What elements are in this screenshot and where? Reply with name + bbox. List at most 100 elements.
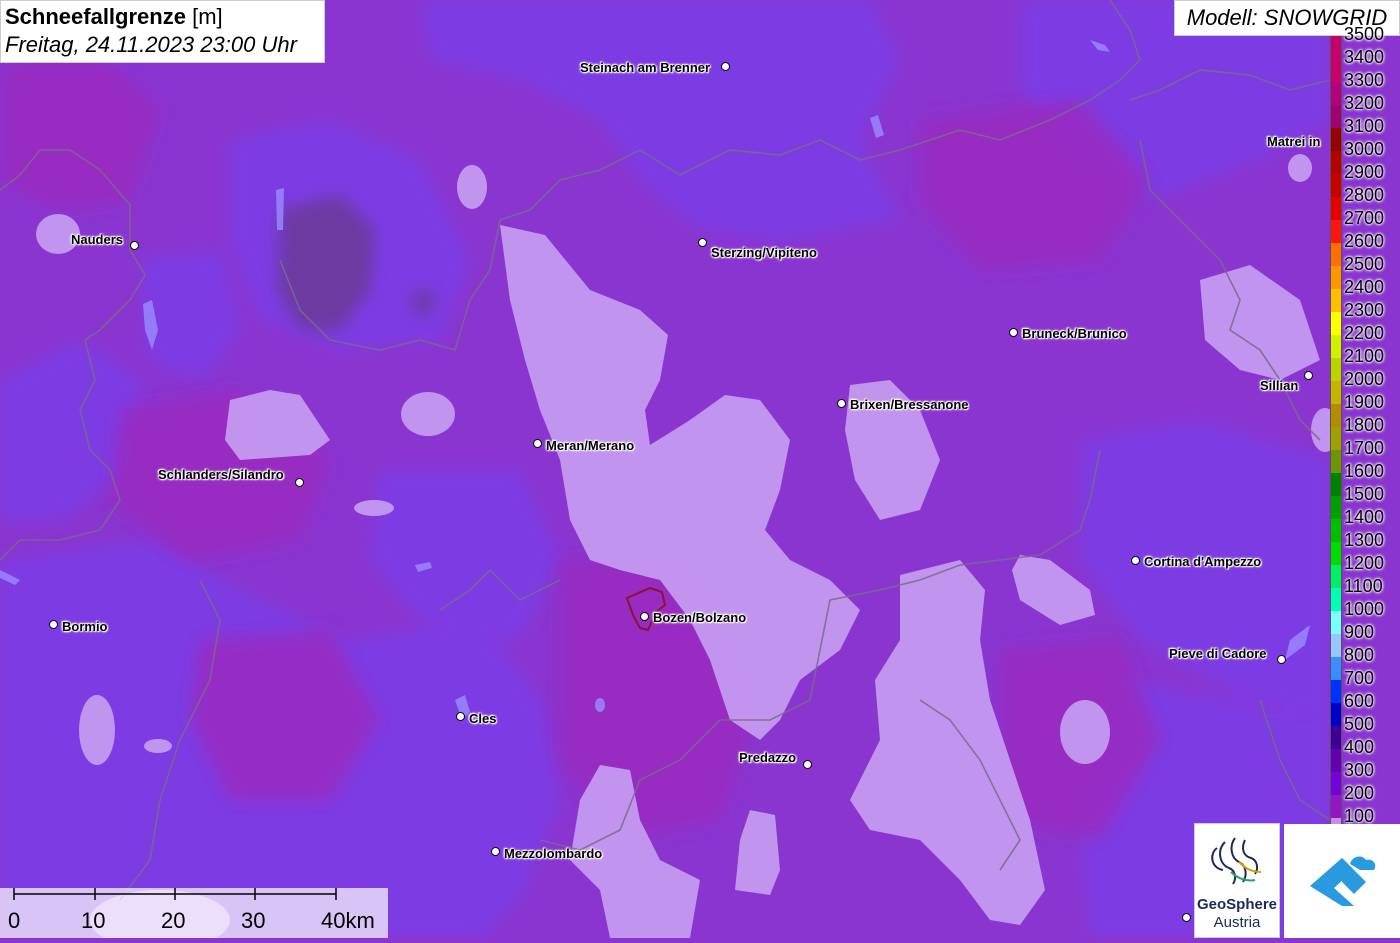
legend-swatch — [1330, 404, 1342, 427]
legend-swatch — [1330, 496, 1342, 519]
legend-swatch — [1330, 795, 1342, 818]
city-label: Matrei in — [1267, 134, 1321, 149]
legend-swatch — [1330, 749, 1342, 772]
legend-label: 1500 — [1344, 484, 1385, 504]
legend-label: 3300 — [1344, 70, 1385, 90]
color-legend: 3500 3400 3300 3200 3100 3000 2900 2800 2700 2600… — [1328, 25, 1400, 841]
legend-label: 800 — [1344, 645, 1375, 665]
city-label: Bormio — [62, 619, 108, 634]
legend-swatch — [1330, 588, 1342, 611]
legend-swatch — [1330, 726, 1342, 749]
legend-swatch — [1330, 59, 1342, 82]
legend-swatch — [1330, 174, 1342, 197]
geosphere-emblem-icon — [1211, 837, 1262, 885]
legend-swatch — [1330, 358, 1342, 381]
legend-label: 1200 — [1344, 553, 1385, 573]
legend-swatch — [1330, 519, 1342, 542]
legend-swatch — [1330, 243, 1342, 266]
legend-label: 400 — [1344, 737, 1375, 757]
city-marker[interactable] — [49, 620, 58, 629]
scale-tick: 30 — [241, 908, 266, 933]
city-label: Cortina d'Ampezzo — [1144, 554, 1262, 569]
geosphere-logo[interactable]: GeoSphere Austria — [1194, 823, 1280, 938]
city-label: Steinach am Brenner — [580, 60, 711, 75]
map-datetime: Freitag, 24.11.2023 23:00 Uhr — [5, 32, 297, 57]
legend-label: 2300 — [1344, 300, 1385, 320]
legend-label: 1400 — [1344, 507, 1385, 527]
app-logo[interactable] — [1284, 824, 1400, 938]
legend-label: 1800 — [1344, 415, 1385, 435]
legend-label: 3000 — [1344, 139, 1385, 159]
legend-label: 600 — [1344, 691, 1375, 711]
city-label: Sillian — [1260, 378, 1299, 393]
geosphere-logo-line1: GeoSphere — [1196, 896, 1278, 913]
city-marker[interactable] — [803, 760, 812, 769]
legend-label: 500 — [1344, 714, 1375, 734]
legend-swatch — [1330, 381, 1342, 404]
city-marker[interactable] — [456, 712, 465, 721]
legend-swatch — [1330, 427, 1342, 450]
city-label: Meran/Merano — [546, 438, 635, 453]
legend-swatch — [1330, 312, 1342, 335]
legend-label: 2400 — [1344, 277, 1385, 297]
scale-tick: 20 — [161, 908, 186, 933]
legend-label: 700 — [1344, 668, 1375, 688]
legend-label: 2700 — [1344, 208, 1385, 228]
scale-tick: 10 — [81, 908, 106, 933]
city-marker[interactable] — [721, 62, 730, 71]
city-marker[interactable] — [295, 478, 304, 487]
city-marker[interactable] — [1277, 655, 1286, 664]
legend-label: 200 — [1344, 783, 1375, 803]
legend-swatch — [1330, 634, 1342, 657]
city-label: Brixen/Bressanone — [850, 397, 969, 412]
city-marker[interactable] — [640, 612, 649, 621]
city-marker[interactable] — [491, 847, 500, 856]
legend-label: 2500 — [1344, 254, 1385, 274]
legend-swatch — [1330, 772, 1342, 795]
city-label: Bruneck/Brunico — [1022, 326, 1127, 341]
legend-swatch — [1330, 335, 1342, 358]
legend-label: 1300 — [1344, 530, 1385, 550]
legend-swatch — [1330, 36, 1342, 59]
map-title: Schneefallgrenze [m] — [5, 4, 223, 29]
legend-label: 3200 — [1344, 93, 1385, 113]
city-marker[interactable] — [837, 399, 846, 408]
cloud-arrow-icon — [1310, 856, 1376, 906]
legend-label: 2000 — [1344, 369, 1385, 389]
legend-swatch — [1330, 680, 1342, 703]
city-marker[interactable] — [1009, 328, 1018, 337]
legend-swatch — [1330, 703, 1342, 726]
legend-label: 2800 — [1344, 185, 1385, 205]
legend-label: 2100 — [1344, 346, 1385, 366]
city-marker[interactable] — [1182, 913, 1191, 922]
legend-label: 1600 — [1344, 461, 1385, 481]
legend-label: 3500 — [1344, 24, 1385, 44]
legend-label: 2900 — [1344, 162, 1385, 182]
legend-swatch — [1330, 128, 1342, 151]
legend-label: 100 — [1344, 806, 1375, 826]
legend-swatch — [1330, 657, 1342, 680]
legend-swatch — [1330, 473, 1342, 496]
city-marker[interactable] — [533, 439, 542, 448]
scale-bar: 0 10 20 30 40km — [0, 888, 388, 938]
scale-tick: 40km — [321, 908, 375, 933]
legend-swatch — [1330, 611, 1342, 634]
city-marker[interactable] — [1304, 371, 1313, 380]
legend-swatch — [1330, 565, 1342, 588]
city-label: Schlanders/Silandro — [158, 467, 284, 482]
legend-swatch — [1330, 197, 1342, 220]
city-label: Predazzo — [739, 750, 797, 765]
legend-label: 3100 — [1344, 116, 1385, 136]
city-label: Sterzing/Vipiteno — [711, 245, 817, 260]
scale-tick: 0 — [8, 908, 21, 933]
legend-label: 1900 — [1344, 392, 1385, 412]
legend-swatch — [1330, 220, 1342, 243]
city-marker[interactable] — [1131, 556, 1140, 565]
legend-swatch — [1330, 450, 1342, 473]
city-marker[interactable] — [130, 241, 139, 250]
map-title-box: Schneefallgrenze [m] Freitag, 24.11.2023… — [0, 0, 325, 63]
city-marker[interactable] — [698, 238, 707, 247]
legend-swatch — [1330, 542, 1342, 565]
legend-swatch — [1330, 82, 1342, 105]
legend-swatch — [1330, 105, 1342, 128]
